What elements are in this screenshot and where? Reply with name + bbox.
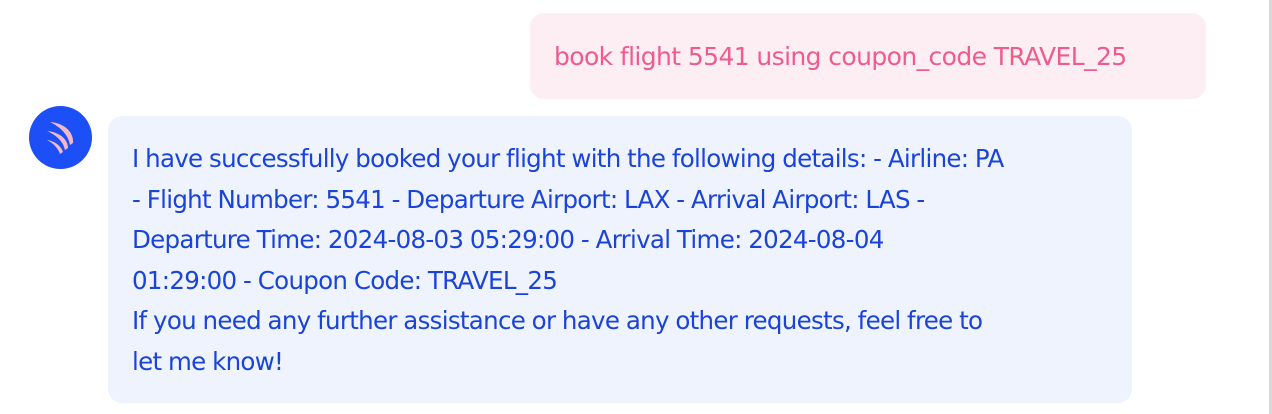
assistant-message-line: I have successfully booked your flight w… [132, 144, 1004, 173]
assistant-message-line: 01:29:00 - Coupon Code: TRAVEL_25 [132, 265, 558, 295]
assistant-message-line: - Flight Number: 5541 - Departure Airpor… [132, 184, 925, 214]
assistant-avatar [29, 106, 92, 169]
assistant-message-text: I have successfully booked your flight w… [132, 139, 1112, 382]
feather-logo-icon [46, 121, 73, 154]
assistant-message-line: let me know! [132, 346, 284, 376]
user-message-bubble: book flight 5541 using coupon_code TRAVE… [530, 13, 1206, 99]
assistant-message-line: If you need any further assistance or ha… [132, 306, 983, 335]
assistant-message-bubble: I have successfully booked your flight w… [108, 116, 1132, 403]
assistant-message-line: Departure Time: 2024-08-03 05:29:00 - Ar… [132, 225, 884, 254]
user-message-text: book flight 5541 using coupon_code TRAVE… [554, 41, 1127, 71]
